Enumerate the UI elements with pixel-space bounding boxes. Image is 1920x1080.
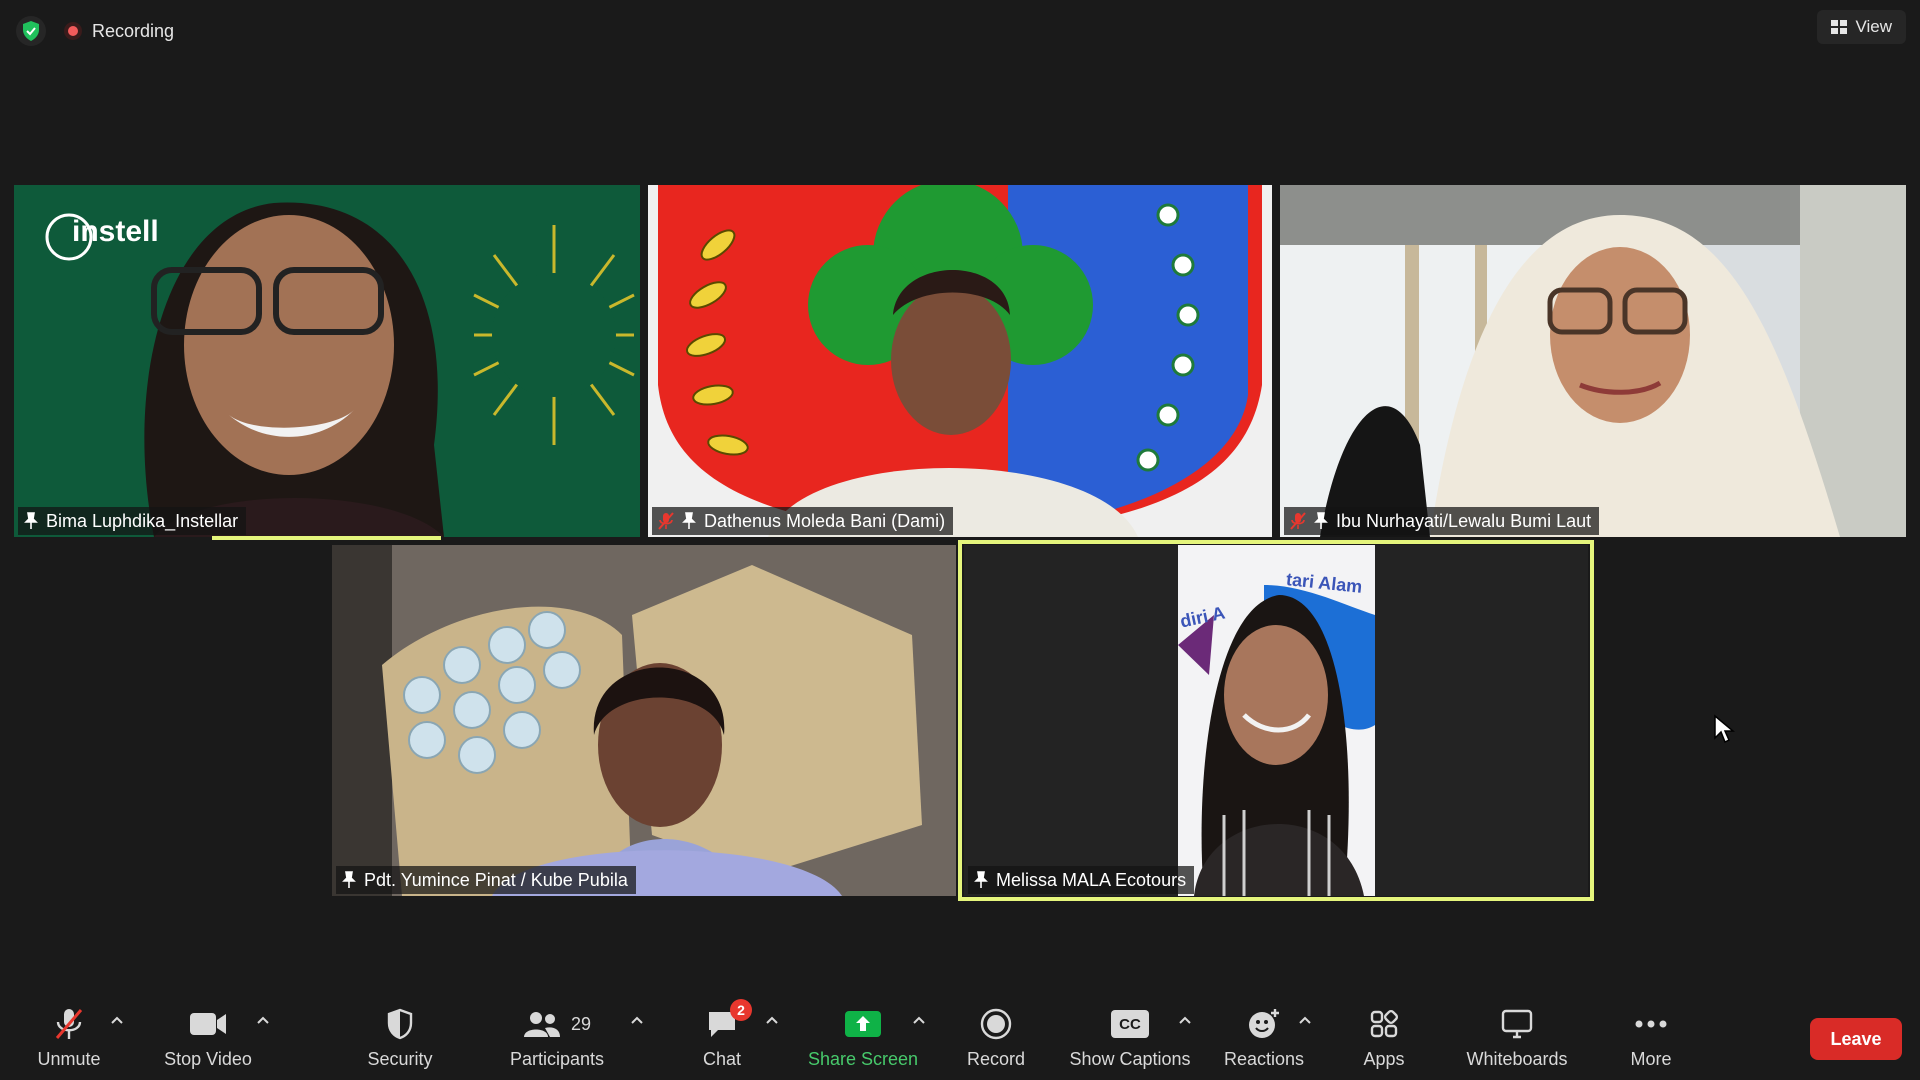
security-shield-icon — [386, 1007, 414, 1041]
record-icon — [980, 1007, 1012, 1041]
video-tile-5[interactable]: tari Alam diri A Melissa MALA Ecotours — [964, 545, 1588, 896]
video-feed — [964, 545, 1588, 896]
unmute-button[interactable]: Unmute — [20, 985, 118, 1080]
leave-button[interactable]: Leave — [1810, 1018, 1902, 1060]
video-tile-4[interactable]: Pdt. Yumince Pinat / Kube Pubila — [332, 545, 956, 896]
whiteboards-button[interactable]: Whiteboards — [1460, 985, 1574, 1080]
video-feed — [332, 545, 956, 896]
participants-options-caret-icon[interactable] — [630, 1013, 644, 1027]
more-dots-icon — [1634, 1007, 1668, 1041]
pin-icon — [342, 871, 356, 889]
reactions-button[interactable]: Reactions — [1220, 985, 1308, 1080]
stop-video-button[interactable]: Stop Video — [152, 985, 264, 1080]
top-status-bar: Recording — [16, 16, 174, 46]
security-status-icon[interactable] — [16, 16, 46, 46]
share-options-caret-icon[interactable] — [912, 1013, 926, 1027]
more-button[interactable]: More — [1620, 985, 1682, 1080]
participant-name: Ibu Nurhayati/Lewalu Bumi Laut — [1336, 510, 1592, 531]
participant-name: Bima Luphdika_Instellar — [46, 510, 239, 531]
grid-view-icon — [1831, 20, 1848, 34]
reactions-options-caret-icon[interactable] — [1298, 1013, 1312, 1027]
pin-icon — [682, 512, 696, 530]
participant-name-tag: Melissa MALA Ecotours — [968, 866, 1195, 894]
participants-icon-group: 29 — [523, 1007, 591, 1041]
video-options-caret-icon[interactable] — [256, 1013, 270, 1027]
pin-icon — [1314, 512, 1328, 530]
share-screen-icon — [844, 1007, 882, 1041]
video-tile-2[interactable]: Dathenus Moleda Bani (Dami) — [648, 185, 1272, 537]
chat-button[interactable]: 2 Chat — [690, 985, 754, 1080]
audio-options-caret-icon[interactable] — [110, 1013, 124, 1027]
pin-icon — [24, 512, 38, 530]
audio-level-bar — [212, 536, 441, 540]
share-screen-button[interactable]: Share Screen — [804, 985, 922, 1080]
participant-name-tag: Pdt. Yumince Pinat / Kube Pubila — [336, 866, 636, 894]
pin-icon — [974, 871, 988, 889]
view-button[interactable]: View — [1817, 10, 1906, 44]
participant-name: Pdt. Yumince Pinat / Kube Pubila — [364, 869, 628, 890]
captions-icon: CC — [1111, 1007, 1149, 1041]
meeting-toolbar: Unmute Stop Video Security 29 Participan… — [0, 985, 1920, 1080]
participant-name-tag: Bima Luphdika_Instellar — [18, 507, 247, 535]
participant-name-tag: Dathenus Moleda Bani (Dami) — [652, 507, 954, 535]
show-captions-button[interactable]: CC Show Captions — [1066, 985, 1194, 1080]
recording-indicator[interactable]: Recording — [64, 21, 174, 42]
video-feed — [1280, 185, 1906, 537]
smiley-reaction-icon — [1247, 1007, 1281, 1041]
apps-button[interactable]: Apps — [1350, 985, 1418, 1080]
participants-icon — [523, 1012, 560, 1037]
participant-name-tag: Ibu Nurhayati/Lewalu Bumi Laut — [1284, 507, 1600, 535]
recording-label: Recording — [92, 20, 175, 41]
view-label: View — [1855, 17, 1892, 36]
recording-dot-icon — [64, 22, 82, 40]
participants-button[interactable]: 29 Participants — [500, 985, 614, 1080]
video-feed — [648, 185, 1272, 537]
record-button[interactable]: Record — [960, 985, 1032, 1080]
video-tile-1[interactable]: instell Bima Luphdika_Instellar — [14, 185, 640, 537]
chat-bubble-icon: 2 — [706, 999, 752, 1041]
apps-icon — [1369, 1007, 1399, 1041]
video-camera-icon — [189, 1007, 227, 1041]
muted-mic-icon — [658, 512, 674, 530]
muted-mic-icon — [1290, 512, 1306, 530]
background-logo-text: instell — [72, 215, 159, 248]
participant-name: Melissa MALA Ecotours — [996, 869, 1187, 890]
whiteboard-icon — [1501, 1007, 1533, 1041]
chat-unread-badge: 2 — [730, 999, 752, 1021]
mouse-cursor-icon — [1714, 714, 1735, 744]
muted-mic-icon — [54, 1007, 84, 1041]
participant-name: Dathenus Moleda Bani (Dami) — [704, 510, 946, 531]
chat-options-caret-icon[interactable] — [765, 1013, 779, 1027]
captions-options-caret-icon[interactable] — [1178, 1013, 1192, 1027]
participants-count: 29 — [570, 1013, 592, 1034]
security-button[interactable]: Security — [354, 985, 446, 1080]
video-tile-3[interactable]: Ibu Nurhayati/Lewalu Bumi Laut — [1280, 185, 1906, 537]
